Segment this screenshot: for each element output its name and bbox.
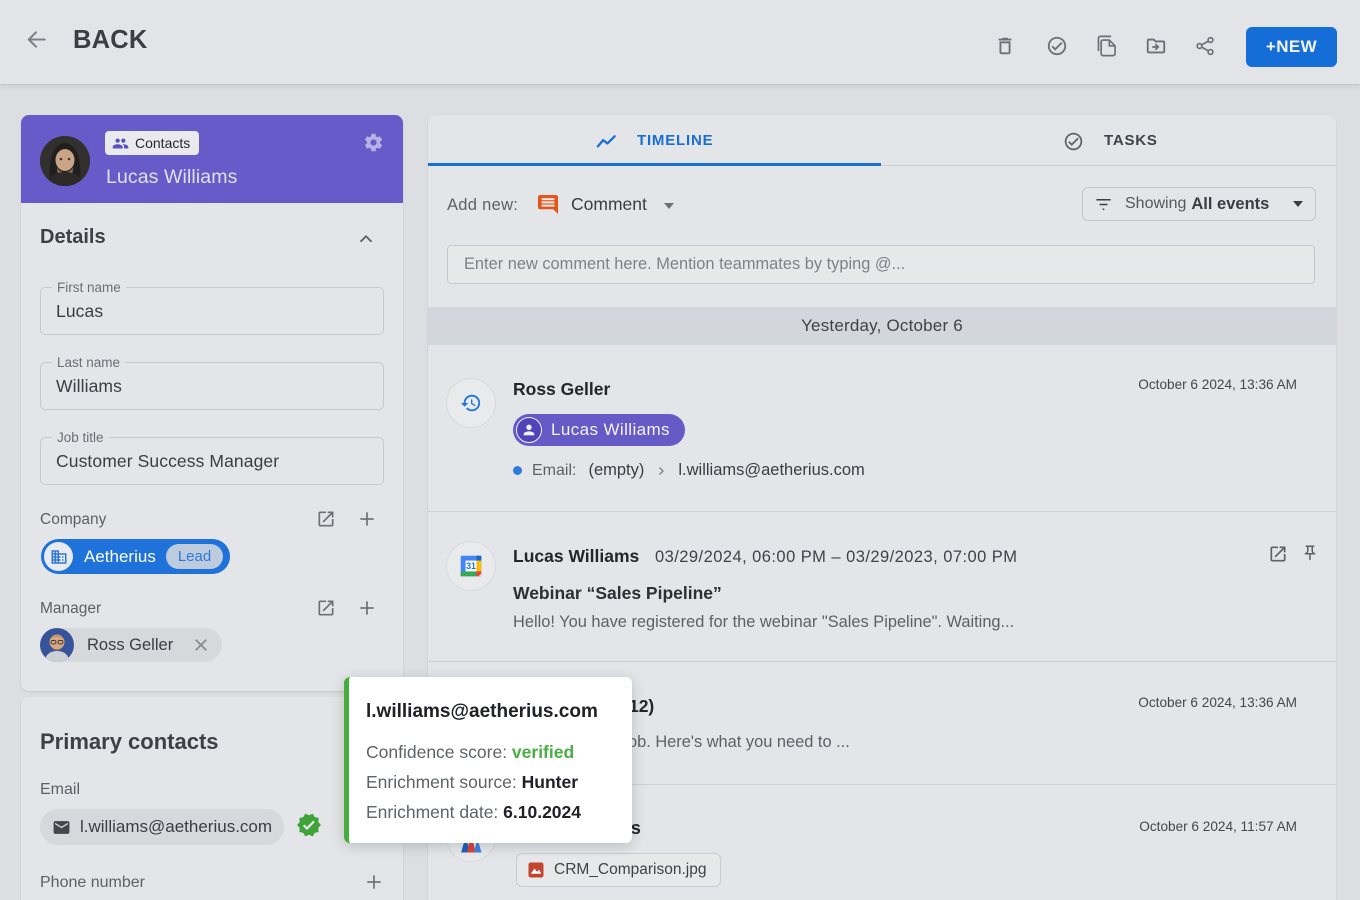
- svg-text:31: 31: [466, 561, 476, 571]
